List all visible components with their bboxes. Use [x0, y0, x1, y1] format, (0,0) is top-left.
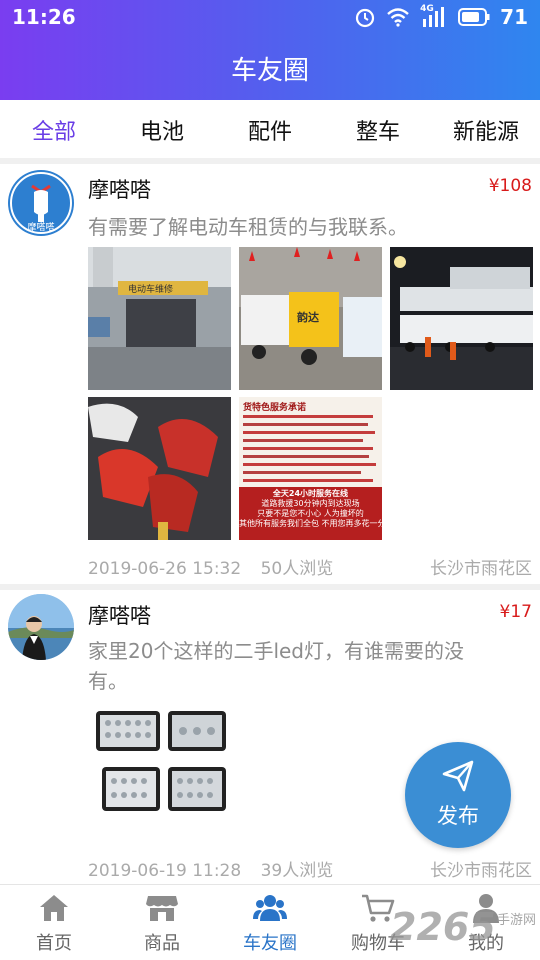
post-price: ¥17	[499, 602, 532, 622]
status-bar: 11:26 4G 71	[0, 0, 540, 34]
post-image[interactable]: 货特色服务承诺 全天24小时服务在线 道路救援30分钟内到达现场 只要不是您不小…	[239, 397, 382, 540]
post-card[interactable]: 摩嗒嗒 摩嗒嗒 ¥108 有需要了解电动车租赁的与我联系。 电动车维修 韵达 货…	[0, 164, 540, 584]
led-lights-image	[96, 711, 226, 811]
poster-line: 只要不是您不小心 人为撞坏的	[257, 509, 364, 518]
nav-home[interactable]: 首页	[0, 885, 108, 960]
post-image[interactable]	[390, 247, 533, 390]
publish-label: 发布	[437, 804, 479, 828]
tab-all[interactable]: 全部	[0, 114, 108, 146]
publish-button[interactable]: 发布	[405, 742, 511, 848]
poster-banner: 全天24小时服务在线 道路救援30分钟内到达现场 只要不是您不小心 人为撞坏的 …	[239, 487, 382, 540]
post-location: 长沙市雨花区	[430, 559, 532, 579]
battery-icon	[458, 8, 490, 26]
watermark: 2265 手游网	[390, 905, 540, 960]
poster-line: 全天24小时服务在线	[272, 489, 349, 498]
watermark-number: 2265	[390, 905, 496, 949]
nav-label: 首页	[36, 933, 72, 954]
nav-products[interactable]: 商品	[108, 885, 216, 960]
nav-label: 商品	[144, 933, 180, 954]
tab-vehicle[interactable]: 整车	[324, 114, 432, 146]
tab-parts[interactable]: 配件	[216, 114, 324, 146]
post-content: 有需要了解电动车租赁的与我联系。	[88, 215, 408, 239]
post-views: 50人浏览	[260, 559, 334, 579]
avatar[interactable]	[8, 594, 74, 660]
post-image[interactable]	[88, 705, 231, 848]
post-date: 2019-06-26 15:32	[88, 559, 242, 579]
avatar[interactable]: 摩嗒嗒	[8, 170, 74, 236]
shop-icon	[146, 896, 178, 921]
nav-label: 车友圈	[243, 933, 297, 954]
category-tabs: 全部 电池 配件 整车 新能源	[0, 100, 540, 160]
tab-battery[interactable]: 电池	[108, 114, 216, 146]
page-title: 车友圈	[230, 56, 309, 86]
battery-percent: 71	[500, 5, 528, 29]
status-time: 11:26	[12, 5, 76, 29]
post-image[interactable]: 电动车维修	[88, 247, 231, 390]
poster-heading: 货特色服务承诺	[243, 403, 307, 413]
poster-line: 道路救援30分钟内到达现场	[261, 499, 360, 508]
paper-plane-icon	[442, 760, 474, 792]
status-icons: 4G 71	[354, 4, 528, 29]
post-meta: 2019-06-19 11:28 39人浏览	[88, 856, 333, 881]
watermark-text: 手游网	[496, 913, 536, 928]
friends-icon	[253, 895, 287, 921]
post-views: 39人浏览	[260, 861, 334, 881]
home-icon	[40, 895, 68, 921]
shop-sign: 电动车维修	[128, 285, 174, 295]
avatar-label: 摩嗒嗒	[27, 223, 55, 233]
post-image[interactable]	[88, 397, 231, 540]
post-author[interactable]: 摩嗒嗒	[88, 600, 151, 630]
signal-icon: 4G	[420, 4, 448, 27]
vehicle-label: 韵达	[297, 311, 319, 324]
post-meta: 2019-06-26 15:32 50人浏览	[88, 554, 333, 579]
tab-new-energy[interactable]: 新能源	[432, 114, 540, 146]
wifi-icon	[387, 8, 409, 27]
post-content: 家里20个这样的二手led灯，有谁需要的没有。	[88, 639, 465, 693]
nav-moments[interactable]: 车友圈	[216, 885, 324, 960]
post-author[interactable]: 摩嗒嗒	[88, 174, 151, 204]
post-image[interactable]: 韵达	[239, 247, 382, 390]
alarm-icon	[356, 8, 375, 28]
post-date: 2019-06-19 11:28	[88, 861, 242, 881]
app-header: 11:26 4G 71 车友圈	[0, 0, 540, 100]
post-location: 长沙市雨花区	[430, 861, 532, 881]
post-price: ¥108	[488, 176, 532, 196]
poster-line: 其他所有服务我们全包 不用您再多花一分	[239, 519, 382, 528]
person-photo-icon	[8, 594, 74, 660]
